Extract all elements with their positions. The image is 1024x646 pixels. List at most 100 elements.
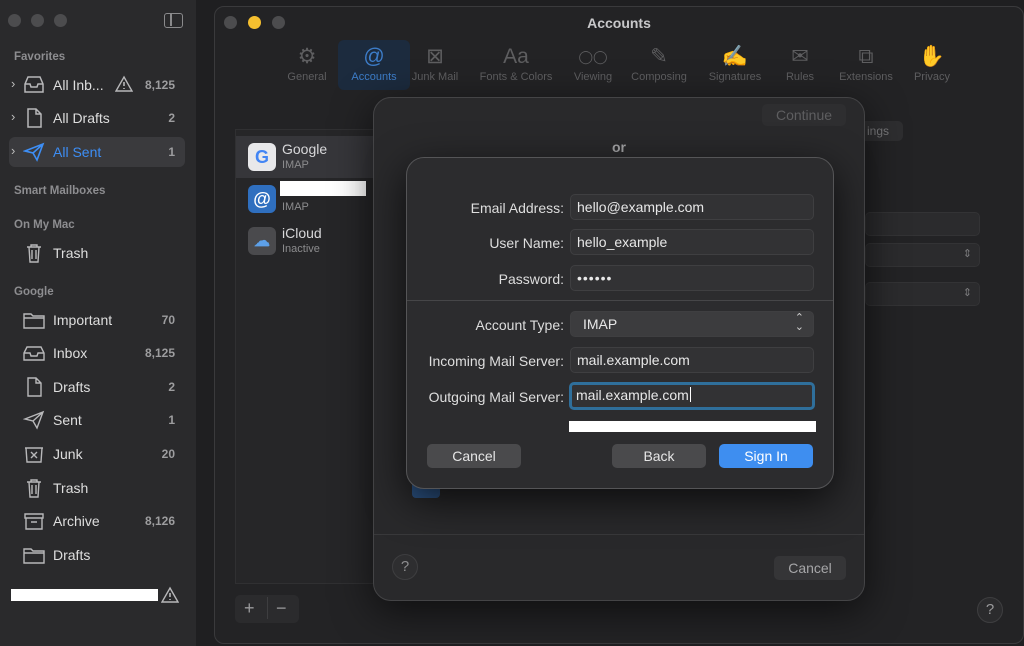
unread-count: 2: [168, 380, 175, 394]
tab-signatures[interactable]: ✍ Signatures: [699, 43, 771, 83]
unread-count: 8,125: [144, 346, 175, 360]
user-name-field[interactable]: hello_example: [570, 229, 814, 255]
tab-junk-mail[interactable]: ⊠ Junk Mail: [399, 43, 471, 83]
server-settings-label: ings: [867, 124, 890, 138]
paper-plane-icon: [22, 142, 45, 162]
sidebar-item-all-drafts[interactable]: › All Drafts 2: [9, 103, 185, 133]
email-address-label: Email Address:: [470, 200, 564, 216]
at-sign-icon: @: [248, 185, 276, 213]
tab-label: Junk Mail: [411, 71, 459, 83]
trash-icon: [23, 243, 45, 263]
sign-in-button[interactable]: Sign In: [719, 444, 813, 468]
sidebar-item-archive[interactable]: Archive 8,126: [9, 506, 185, 536]
disclosure-chevron-icon[interactable]: ›: [11, 76, 15, 91]
account-type: Inactive: [282, 243, 320, 255]
tab-viewing[interactable]: ◯◯ Viewing: [557, 43, 629, 83]
tab-label: Fonts & Colors: [479, 71, 553, 83]
tab-rules[interactable]: ✉ Rules: [764, 43, 836, 83]
tab-label: Accounts: [351, 71, 397, 83]
sidebar-item-drafts[interactable]: Drafts 2: [9, 372, 185, 402]
cancel-button[interactable]: Cancel: [774, 556, 846, 580]
document-icon: [23, 377, 45, 397]
disclosure-chevron-icon[interactable]: ›: [11, 109, 15, 124]
tab-label: Extensions: [839, 71, 893, 83]
account-type-select[interactable]: IMAP ⌃ ⌄: [570, 311, 814, 337]
back-button[interactable]: Back: [612, 444, 706, 468]
updown-chevron-icon: ⌃ ⌄: [794, 312, 804, 333]
sidebar-item-inbox[interactable]: Inbox 8,125: [9, 338, 185, 368]
folder-icon: [23, 545, 45, 565]
extensions-icon: ⧉: [858, 45, 874, 68]
unread-count: 8,125: [144, 78, 175, 92]
help-button[interactable]: ?: [392, 554, 418, 580]
sidebar-item-mac-trash[interactable]: Trash: [9, 238, 185, 268]
sidebar-item-sent[interactable]: Sent 1: [9, 405, 185, 435]
tab-privacy[interactable]: ✋ Privacy: [896, 43, 968, 83]
tab-label: Composing: [631, 71, 687, 83]
archive-box-icon: [23, 511, 45, 531]
divider: [407, 300, 833, 301]
signature-icon: ✍: [721, 45, 749, 68]
junk-mail-icon: ⊠: [426, 45, 444, 68]
tab-composing[interactable]: ✎ Composing: [623, 43, 695, 83]
user-name-label: User Name:: [489, 235, 564, 251]
updown-chevron-icon: ⇕: [962, 287, 972, 299]
sidebar-item-trash[interactable]: Trash: [9, 473, 185, 503]
account-type: IMAP: [282, 201, 309, 213]
unread-count: 1: [168, 145, 175, 159]
sidebar-item-all-inboxes[interactable]: › All Inb... 8,125: [9, 70, 185, 100]
window-title: Accounts: [587, 15, 651, 31]
incoming-mail-server-field[interactable]: mail.example.com: [570, 347, 814, 373]
password-label: Password:: [498, 271, 564, 287]
tab-label: Rules: [785, 71, 815, 83]
sidebar-item-label: Drafts: [53, 379, 91, 395]
email-address-field[interactable]: hello@example.com: [570, 194, 814, 220]
google-logo-icon: G: [248, 143, 276, 171]
warning-icon: [114, 75, 134, 93]
inbox-tray-icon: [23, 75, 45, 95]
paper-plane-icon: [22, 410, 45, 430]
minimize-window-button[interactable]: [31, 14, 44, 27]
account-type: IMAP: [282, 159, 309, 171]
sidebar-item-label: Important: [53, 312, 113, 328]
or-separator: or: [612, 139, 626, 155]
sidebar-item-label: Trash: [53, 480, 89, 496]
compose-icon: ✎: [650, 45, 668, 68]
smart-mailboxes-header: Smart Mailboxes: [14, 185, 106, 197]
tab-label: Viewing: [573, 71, 613, 83]
tab-fonts-colors[interactable]: Aa Fonts & Colors: [473, 43, 559, 83]
tab-general[interactable]: ⚙ General: [271, 43, 343, 83]
close-window-button[interactable]: [8, 14, 21, 27]
outgoing-server-label: Outgoing Mail Server:: [428, 389, 564, 405]
text-caret: [689, 387, 692, 402]
gear-icon: ⚙: [297, 45, 317, 68]
remove-account-button[interactable]: −: [276, 598, 287, 619]
divider: [267, 597, 268, 619]
sidebar-item-drafts-folder[interactable]: Drafts: [9, 540, 185, 570]
sidebar-item-label: All Drafts: [53, 110, 110, 126]
tab-label: Privacy: [913, 71, 951, 83]
disclosure-chevron-icon[interactable]: ›: [11, 143, 15, 158]
add-account-button[interactable]: +: [244, 598, 255, 619]
sidebar-toggle-icon[interactable]: [164, 13, 183, 28]
rules-icon: ✉: [791, 45, 809, 68]
zoom-window-button[interactable]: [54, 14, 67, 27]
background-popup: ⇕: [865, 282, 980, 306]
sidebar-item-important[interactable]: Important 70: [9, 305, 185, 335]
sidebar-item-label: Sent: [53, 412, 82, 428]
sidebar-item-label: Trash: [53, 245, 89, 261]
tab-extensions[interactable]: ⧉ Extensions: [830, 43, 902, 83]
tab-label: General: [287, 71, 327, 83]
outgoing-server-value: mail.example.com: [576, 387, 689, 403]
outgoing-mail-server-field[interactable]: mail.example.com: [569, 382, 815, 410]
help-button[interactable]: ?: [977, 597, 1003, 623]
sidebar-item-junk[interactable]: Junk 20: [9, 439, 185, 469]
continue-button[interactable]: Continue: [762, 104, 846, 126]
mail-sidebar: Favorites › All Inb... 8,125 › All Draft…: [0, 0, 196, 646]
google-header: Google: [14, 286, 54, 298]
sidebar-item-all-sent[interactable]: › All Sent 1: [9, 137, 185, 167]
account-name: Google: [282, 141, 328, 157]
cancel-button[interactable]: Cancel: [427, 444, 521, 468]
unread-count: 20: [161, 447, 175, 461]
password-field[interactable]: ••••••: [570, 265, 814, 291]
